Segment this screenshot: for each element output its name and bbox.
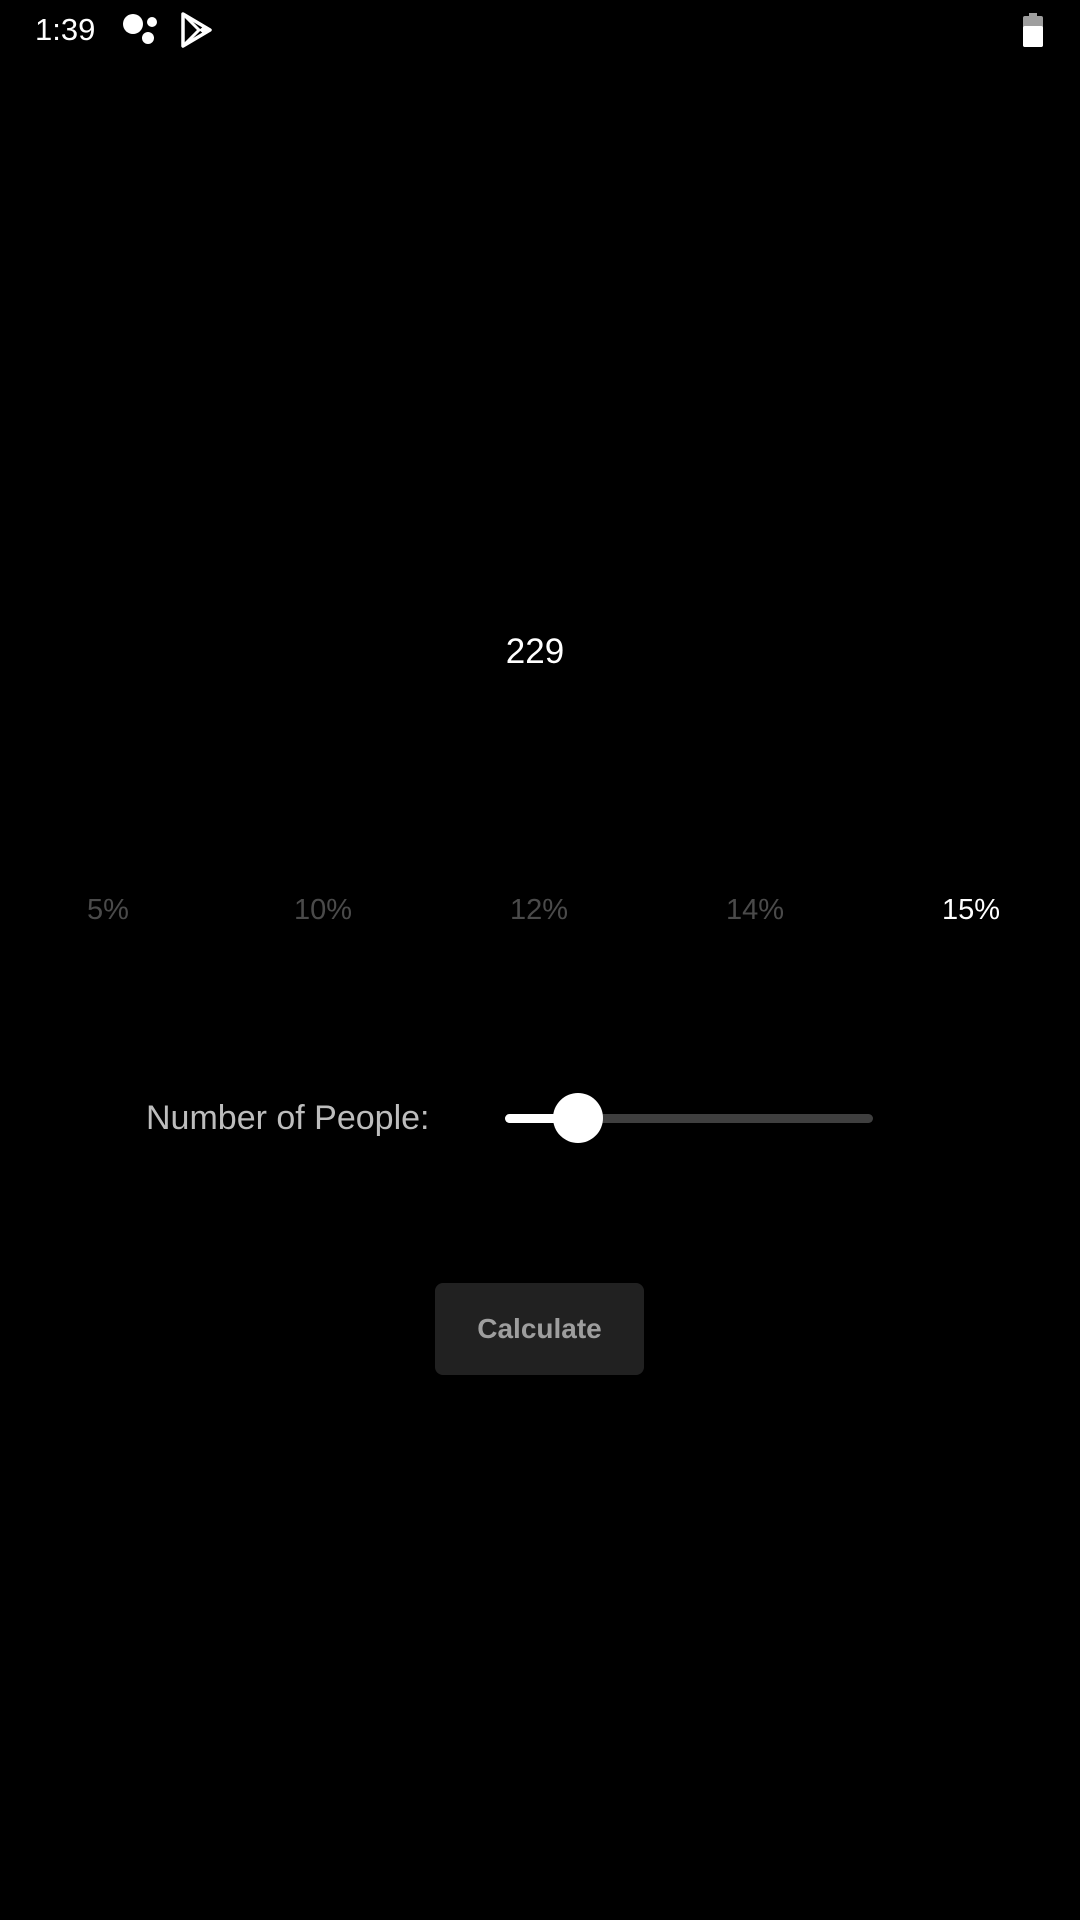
play-store-icon [180, 12, 212, 48]
battery-icon [1023, 13, 1043, 47]
tip-option-10[interactable]: 10% [253, 888, 393, 932]
tip-option-12[interactable]: 12% [469, 888, 609, 932]
calculate-button[interactable]: Calculate [435, 1283, 644, 1375]
google-assistant-icon [122, 12, 160, 48]
people-label: Number of People: [146, 1099, 430, 1137]
status-time: 1:39 [35, 12, 96, 47]
tip-option-15[interactable]: 15% [901, 888, 1041, 932]
tip-percentage-selector: 5% 10% 12% 14% 15% [0, 888, 1080, 932]
tip-option-14[interactable]: 14% [685, 888, 825, 932]
people-slider[interactable] [505, 1092, 873, 1144]
status-bar: 1:39 [0, 0, 1080, 62]
tip-option-5[interactable]: 5% [38, 888, 178, 932]
tip-calculator-screen: 1:39 229 5% 10% 12% 14% 15% Number of Pe… [0, 0, 1080, 1920]
slider-thumb[interactable] [552, 1093, 603, 1143]
amount-display: 229 [505, 632, 565, 671]
